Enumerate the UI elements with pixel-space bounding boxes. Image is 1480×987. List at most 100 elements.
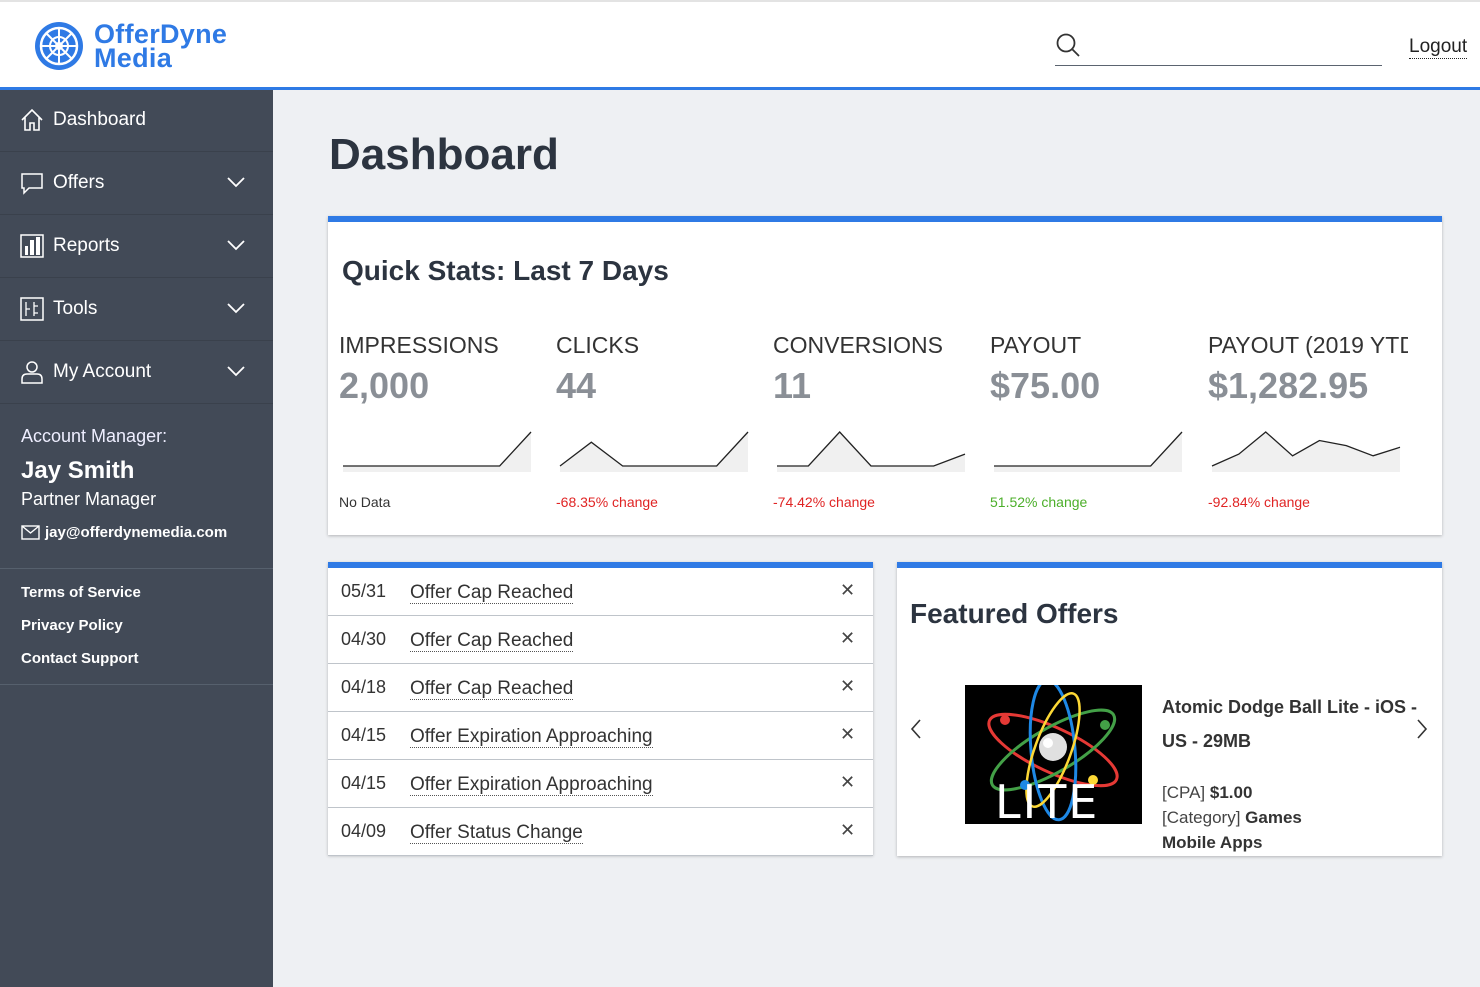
sidebar-item-label: Offers xyxy=(53,172,105,193)
alert-link[interactable]: Offer Cap Reached xyxy=(410,678,574,700)
sidebar-item-label: Reports xyxy=(53,235,120,256)
sidebar-item-tools[interactable]: Tools xyxy=(0,279,273,341)
stat-sparkline xyxy=(1211,431,1401,472)
sparkline-area xyxy=(1212,432,1400,472)
offer-cpa: [CPA] $1.00 xyxy=(1162,780,1342,805)
stat-change: 51.52% change xyxy=(990,494,1088,510)
alert-row: 04/18 Offer Cap Reached ✕ xyxy=(328,664,873,712)
tools-icon xyxy=(20,297,44,321)
user-icon xyxy=(21,361,43,384)
close-icon[interactable]: ✕ xyxy=(840,772,855,793)
sidebar-item-reports[interactable]: Reports xyxy=(0,216,273,278)
stat-change: -92.84% change xyxy=(1208,494,1310,510)
alert-date: 05/31 xyxy=(341,581,387,601)
chevron-down-icon xyxy=(227,366,245,377)
contact-support-link[interactable]: Contact Support xyxy=(21,650,139,667)
search-icon[interactable] xyxy=(1055,32,1081,58)
stat-label: PAYOUT (2019 YTD) xyxy=(1208,332,1408,358)
alert-link[interactable]: Offer Expiration Approaching xyxy=(410,726,653,748)
logo-line-2: Media xyxy=(94,43,173,73)
stat-impressions: IMPRESSIONS 2,000 No Data xyxy=(339,332,549,510)
chevron-right-icon[interactable] xyxy=(1415,718,1429,740)
stat-payout: PAYOUT $75.00 51.52% change xyxy=(990,332,1200,510)
close-icon[interactable]: ✕ xyxy=(840,820,855,841)
search-box xyxy=(1055,30,1382,66)
quick-stats-title: Quick Stats: Last 7 Days xyxy=(342,255,669,286)
featured-offers-card: Featured Offers LITE Atomic Dodge Ball L… xyxy=(897,562,1442,856)
alert-date: 04/18 xyxy=(341,677,387,697)
offer-category: [Category] Games Mobile Apps xyxy=(1162,805,1342,855)
sidebar: Dashboard Offers Reports Tools My Accoun… xyxy=(0,90,273,987)
brand-logo[interactable]: OfferDyne Media xyxy=(33,20,227,72)
account-manager-label: Account Manager: xyxy=(21,426,168,446)
email-text: jay@offerdynemedia.com xyxy=(45,524,228,541)
sparkline-line xyxy=(777,431,966,467)
offer-name[interactable]: Atomic Dodge Ball Lite - iOS - US - 29MB xyxy=(1162,690,1427,758)
alert-date: 04/15 xyxy=(341,773,387,793)
stat-change: No Data xyxy=(339,494,391,510)
stat-sparkline xyxy=(559,431,749,472)
alert-link[interactable]: Offer Cap Reached xyxy=(410,582,574,604)
close-icon[interactable]: ✕ xyxy=(840,724,855,745)
bar-chart-icon xyxy=(20,234,44,258)
sidebar-divider xyxy=(0,684,273,685)
alert-date: 04/15 xyxy=(341,725,387,745)
privacy-policy-link[interactable]: Privacy Policy xyxy=(21,617,123,634)
sidebar-item-label: Dashboard xyxy=(53,109,146,130)
close-icon[interactable]: ✕ xyxy=(840,676,855,697)
alert-date: 04/09 xyxy=(341,821,387,841)
sparkline-line xyxy=(343,431,532,467)
stat-clicks: CLICKS 44 -68.35% change xyxy=(556,332,766,510)
stat-value: $75.00 xyxy=(990,365,1101,406)
alert-row: 04/15 Offer Expiration Approaching ✕ xyxy=(328,760,873,808)
logo-mark-icon xyxy=(35,22,83,70)
close-icon[interactable]: ✕ xyxy=(840,580,855,601)
stat-sparkline xyxy=(777,431,966,472)
alert-row: 05/31 Offer Cap Reached ✕ xyxy=(328,568,873,616)
stat-label: CLICKS xyxy=(556,332,640,358)
account-manager-email[interactable]: jay@offerdynemedia.com xyxy=(21,524,227,541)
cpa-value: $1.00 xyxy=(1209,783,1253,802)
sidebar-item-label: My Account xyxy=(53,361,152,382)
close-icon[interactable]: ✕ xyxy=(840,628,855,649)
chevron-down-icon xyxy=(227,177,245,188)
top-header: OfferDyne Media Logout xyxy=(0,0,1480,90)
offer-image[interactable]: LITE xyxy=(965,685,1142,824)
account-manager-name: Jay Smith xyxy=(21,457,135,484)
stat-value: 2,000 xyxy=(339,365,430,406)
account-manager-title: Partner Manager xyxy=(21,489,157,509)
chevron-down-icon xyxy=(227,303,245,314)
stat-value: 11 xyxy=(773,365,812,406)
chat-icon xyxy=(21,173,43,195)
stat-conversions: CONVERSIONS 11 -74.42% change xyxy=(773,332,983,510)
chevron-left-icon[interactable] xyxy=(909,718,923,740)
sparkline-line xyxy=(994,431,1183,467)
alert-link[interactable]: Offer Expiration Approaching xyxy=(410,774,653,796)
alert-date: 04/30 xyxy=(341,629,387,649)
sidebar-item-dashboard[interactable]: Dashboard xyxy=(0,90,273,152)
stat-sparkline xyxy=(994,431,1183,472)
alert-row: 04/30 Offer Cap Reached ✕ xyxy=(328,616,873,664)
alerts-card: 05/31 Offer Cap Reached ✕ 04/30 Offer Ca… xyxy=(328,562,873,856)
stat-value: 44 xyxy=(556,365,597,406)
chevron-down-icon xyxy=(227,240,245,251)
logo-text: OfferDyne Media xyxy=(94,21,227,73)
offer-meta: [CPA] $1.00 [Category] Games Mobile Apps xyxy=(1162,780,1342,855)
stat-label: PAYOUT xyxy=(990,332,1082,358)
alert-link[interactable]: Offer Status Change xyxy=(410,822,583,844)
alert-link[interactable]: Offer Cap Reached xyxy=(410,630,574,652)
terms-of-service-link[interactable]: Terms of Service xyxy=(21,584,141,601)
sidebar-item-my-account[interactable]: My Account xyxy=(0,342,273,404)
page-title: Dashboard xyxy=(329,130,559,179)
sidebar-item-offers[interactable]: Offers xyxy=(0,153,273,215)
category-label: [Category] xyxy=(1162,808,1241,827)
home-icon xyxy=(21,108,43,131)
stat-payout-ytd: PAYOUT (2019 YTD) $1,282.95 -92.84% chan… xyxy=(1208,332,1408,510)
offer-image-text: LITE xyxy=(995,775,1100,824)
stat-label: CONVERSIONS xyxy=(773,332,943,358)
search-input[interactable] xyxy=(1091,30,1376,62)
mail-icon xyxy=(21,525,40,540)
sidebar-item-label: Tools xyxy=(53,298,98,319)
quick-stats-card: Quick Stats: Last 7 Days IMPRESSIONS 2,0… xyxy=(328,216,1442,535)
logout-link[interactable]: Logout xyxy=(1409,36,1468,59)
